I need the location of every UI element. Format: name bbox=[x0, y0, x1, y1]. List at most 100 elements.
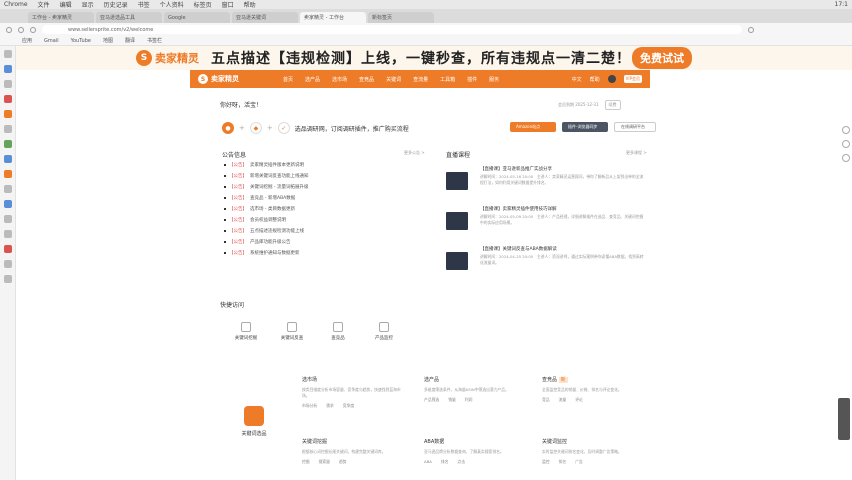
nav-item[interactable]: 插件 bbox=[467, 76, 477, 83]
nav-item[interactable]: 选市场 bbox=[332, 76, 347, 83]
notice-item[interactable]: 【公告】 系统维护通知与数据更新 bbox=[224, 250, 300, 256]
sidebar-icon[interactable] bbox=[3, 65, 12, 73]
sidebar-icon[interactable] bbox=[3, 275, 12, 283]
bookmark[interactable]: 地图 bbox=[103, 37, 113, 44]
sidebar-icon[interactable] bbox=[3, 80, 12, 88]
help-link[interactable]: 帮助 bbox=[590, 76, 600, 83]
forward-icon[interactable] bbox=[18, 26, 24, 33]
sidebar-icon[interactable] bbox=[3, 95, 12, 103]
menu-item[interactable]: 书签 bbox=[138, 0, 150, 9]
browser-tab[interactable]: 工作台 - 卖家精灵 bbox=[28, 12, 94, 23]
sidebar-icon[interactable] bbox=[3, 170, 12, 178]
nav-item[interactable]: 关键词 bbox=[386, 76, 401, 83]
browser-tab[interactable]: 亚马逊关键词 bbox=[232, 12, 298, 23]
url-input[interactable]: www.sellersprite.com/v2/welcome bbox=[42, 25, 742, 34]
settings-icon[interactable] bbox=[842, 140, 850, 148]
quick-access-item[interactable]: 查竞品 bbox=[318, 322, 358, 341]
sidebar-icon[interactable] bbox=[3, 110, 12, 118]
amazon-site-button[interactable]: Amazon站点 bbox=[510, 122, 556, 132]
promo-banner[interactable]: S 卖家精灵 五点描述【违规检测】上线，一键秒查，所有违规点一清二楚！ 免费试试 bbox=[16, 46, 852, 70]
site-top-nav: S 卖家精灵 首页 选产品 选市场 查竞品 关键词 查流量 工具箱 插件 服务 … bbox=[190, 70, 650, 88]
sidebar-icon[interactable] bbox=[3, 245, 12, 253]
online-platform-button[interactable]: 在线调研平台 bbox=[614, 122, 656, 132]
bookmark[interactable]: Gmail bbox=[44, 38, 59, 44]
browser-tab-active[interactable]: 卖家精灵 - 工作台 bbox=[300, 12, 366, 23]
nav-item[interactable]: 查竞品 bbox=[359, 76, 374, 83]
sidebar-icon[interactable] bbox=[3, 185, 12, 193]
course-title: 直播课程 bbox=[446, 152, 471, 159]
browser-tab[interactable]: 亚马逊选品工具 bbox=[96, 12, 162, 23]
browser-tab[interactable]: Google bbox=[164, 12, 230, 23]
nav-item[interactable]: 工具箱 bbox=[440, 76, 455, 83]
course-item[interactable]: 【直播课】关键词反查与ABA数据解读 讲解时间：2024-04-25 20:00… bbox=[446, 246, 646, 276]
notice-item[interactable]: 【公告】 卖家精灵插件版本更新说明 bbox=[224, 162, 304, 168]
notice-item[interactable]: 【公告】 查竞品 - 新增ABA数据 bbox=[224, 195, 295, 201]
notice-item[interactable]: 【公告】 选市场 - 类目数据更新 bbox=[224, 206, 295, 212]
sidebar-icon[interactable] bbox=[3, 200, 12, 208]
notice-title: 公告信息 bbox=[222, 152, 247, 159]
menu-item[interactable]: 窗口 bbox=[222, 0, 234, 9]
menu-item[interactable]: 标签页 bbox=[194, 0, 212, 9]
tool-card[interactable]: ABA数据 亚马逊品牌分析数据查询，了解真实搜索排名。 ABA 排名 点击 bbox=[424, 438, 524, 465]
tool-card[interactable]: 查竞品 新全面监控竞品的销量、价格、排名与评论变化。 竞品 流量 评论 bbox=[542, 376, 642, 403]
sidebar-icon[interactable] bbox=[3, 125, 12, 133]
bookmark[interactable]: 应用 bbox=[22, 37, 32, 44]
sidebar-icon[interactable] bbox=[3, 215, 12, 223]
plugin-sync-button[interactable]: 插件-浏览器同步 bbox=[562, 122, 608, 132]
tool-card[interactable]: 关键词监控 实时监控关键词排名变化，及时调整广告策略。 监控 排名 广告 bbox=[542, 438, 642, 465]
sidebar-icon[interactable] bbox=[3, 50, 12, 58]
notice-item[interactable]: 【公告】 产品库功能升级公告 bbox=[224, 239, 291, 245]
notice-item[interactable]: 【公告】 会员权益调整说明 bbox=[224, 217, 286, 223]
browser-tab[interactable]: 新标签页 bbox=[368, 12, 434, 23]
bookmark[interactable]: 书签栏 bbox=[147, 37, 162, 44]
step-2-icon[interactable]: ◆ bbox=[249, 122, 262, 134]
renew-button[interactable]: 续费 bbox=[604, 100, 621, 110]
course-more-link[interactable]: 更多课程 > bbox=[626, 150, 647, 156]
quick-access-item[interactable]: 关键词反查 bbox=[272, 322, 312, 341]
quick-access-item[interactable]: 关键词挖掘 bbox=[226, 322, 266, 341]
membership-info: 会员到期 2025-12-31 续费 bbox=[558, 100, 621, 110]
quick-access-item[interactable]: 产品监控 bbox=[364, 322, 404, 341]
sidebar-icon[interactable] bbox=[3, 260, 12, 268]
menu-item[interactable]: 文件 bbox=[38, 0, 50, 9]
course-item[interactable]: 【直播课】卖家精灵插件使用技巧详解 讲解时间：2024-05-09 20:00 … bbox=[446, 206, 646, 236]
menu-item[interactable]: 帮助 bbox=[244, 0, 256, 9]
language-link[interactable]: 中文 bbox=[572, 76, 582, 83]
profile-icon[interactable] bbox=[842, 126, 850, 134]
sidebar-icon[interactable] bbox=[3, 155, 12, 163]
menu-item[interactable]: 个人资料 bbox=[160, 0, 184, 9]
notice-item[interactable]: 【公告】 新增关键词反查功能上线通知 bbox=[224, 173, 309, 179]
step-3-icon[interactable]: ✓ bbox=[277, 122, 290, 134]
site-logo[interactable]: S 卖家精灵 bbox=[198, 74, 239, 84]
menu-item[interactable]: 编辑 bbox=[60, 0, 72, 9]
tools-brand[interactable]: 关键词选品 bbox=[234, 406, 274, 437]
nav-item[interactable]: 首页 bbox=[283, 76, 293, 83]
tool-card[interactable]: 关键词挖掘 根据核心词挖掘长尾关键词，构建完整关键词库。 挖掘 搜索量 趋势 bbox=[302, 438, 402, 465]
notice-item[interactable]: 【公告】 五点描述违规检测功能上线 bbox=[224, 228, 304, 234]
bookmark[interactable]: YouTube bbox=[71, 38, 91, 44]
sidebar-icon[interactable] bbox=[3, 140, 12, 148]
extensions-icon[interactable] bbox=[748, 26, 754, 33]
nav-item[interactable]: 查流量 bbox=[413, 76, 428, 83]
tool-card[interactable]: 选市场 按类目维度分析市场容量、竞争度与趋势，快速找到蓝海市场。 市场分析 需求 竞争… bbox=[302, 376, 402, 409]
app-menu[interactable]: Chrome bbox=[4, 1, 28, 8]
nav-item[interactable]: 服务 bbox=[489, 76, 499, 83]
menu-item[interactable]: 历史记录 bbox=[104, 0, 128, 9]
nav-item[interactable]: 选产品 bbox=[305, 76, 320, 83]
tool-card[interactable]: 选产品 多维度筛选条件，从海量ASIN中筛选出潜力产品。 产品筛选 销量 利润 bbox=[424, 376, 524, 403]
bookmark[interactable]: 翻译 bbox=[125, 37, 135, 44]
avatar[interactable] bbox=[607, 75, 616, 83]
smile-icon[interactable] bbox=[842, 154, 850, 162]
notice-more-link[interactable]: 更多公告 > bbox=[404, 150, 425, 156]
menu-item[interactable]: 显示 bbox=[82, 0, 94, 9]
macos-menu-bar: Chrome 文件 编辑 显示 历史记录 书签 个人资料 标签页 窗口 帮助 1… bbox=[0, 0, 852, 9]
step-1-icon[interactable]: ● bbox=[222, 122, 234, 134]
notice-item[interactable]: 【公告】 关键词挖掘 - 流量词拓展升级 bbox=[224, 184, 308, 190]
sidebar-icon[interactable] bbox=[3, 230, 12, 238]
course-item[interactable]: 【直播课】亚马逊新品推广实战分享 讲解时间：2024-05-16 20:00 主… bbox=[446, 166, 646, 196]
promo-try-button[interactable]: 免费试试 bbox=[632, 47, 692, 69]
floating-service-tab[interactable] bbox=[838, 398, 850, 440]
back-icon[interactable] bbox=[6, 26, 12, 33]
reload-icon[interactable] bbox=[30, 26, 36, 33]
competitor-icon bbox=[333, 322, 343, 332]
